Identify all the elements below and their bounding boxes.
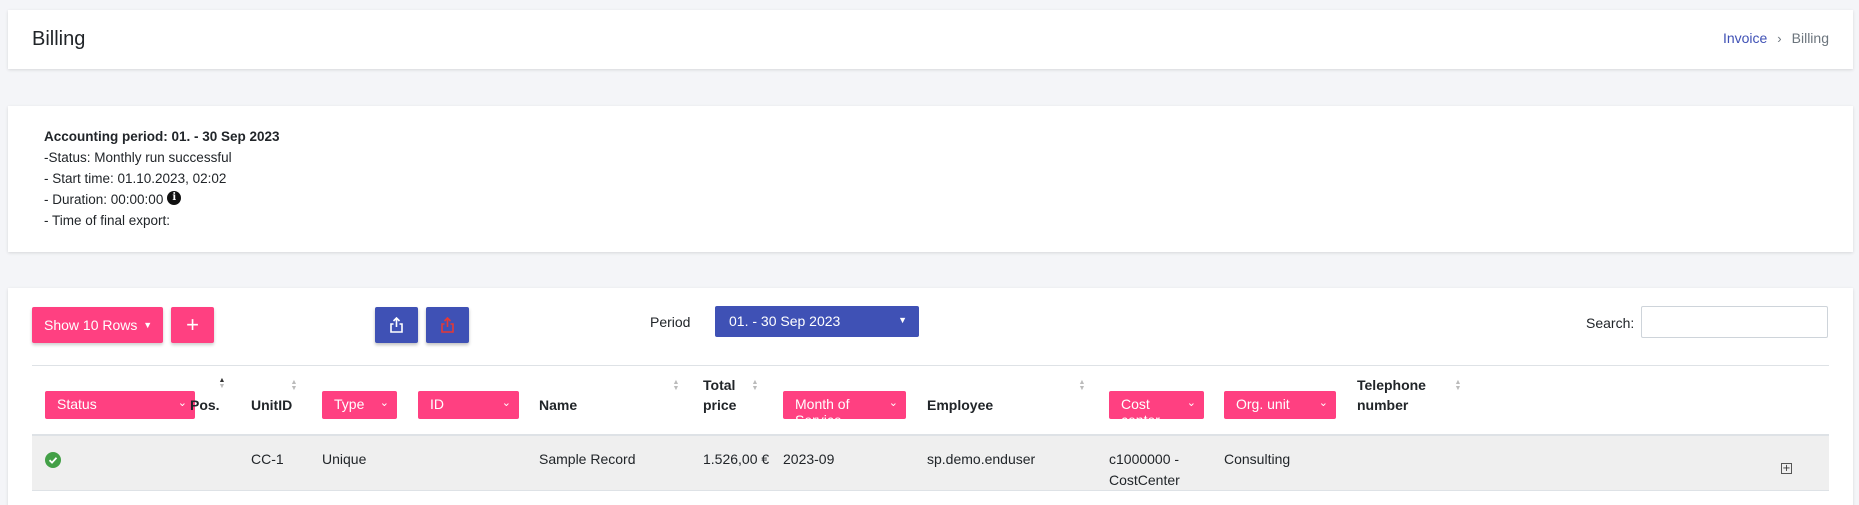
chevron-down-icon: ⌄ (177, 397, 187, 409)
cost-center-filter-select[interactable]: Cost center ⌄ (1109, 391, 1204, 428)
caret-down-icon: ▼ (143, 320, 153, 330)
search-input[interactable] (1641, 306, 1828, 338)
billing-table-card: Show 10 Rows ▼ + Period 01. - 30 Sep 202… (8, 288, 1853, 505)
show-rows-button[interactable]: Show 10 Rows ▼ (32, 307, 163, 343)
cell-org-unit: Consulting (1224, 451, 1291, 467)
cell-employee: sp.demo.enduser (927, 451, 1036, 467)
telephone-label-line1: Telephone (1357, 377, 1426, 393)
share-icon (390, 317, 403, 333)
expand-row-icon[interactable]: + (1781, 463, 1792, 474)
cell-month-of-service: 2023-09 (783, 451, 835, 467)
breadcrumb-separator: › (1777, 30, 1782, 46)
cell-total-price: 1.526,00 € (703, 451, 770, 467)
chevron-down-icon: ⌄ (501, 397, 511, 409)
final-export-button[interactable] (426, 307, 469, 343)
add-button[interactable]: + (171, 307, 214, 343)
cost-center-line2: CostCenter (1109, 472, 1180, 488)
info-icon[interactable]: i (167, 191, 182, 205)
column-header-total-price[interactable]: Total price (703, 375, 736, 415)
total-price-label-line1: Total (703, 377, 736, 393)
chevron-down-icon: ⌄ (1318, 397, 1328, 409)
type-filter-label: Type (334, 396, 365, 412)
sort-icon[interactable]: ▲ ▼ (1454, 379, 1462, 392)
id-filter-select[interactable]: ID ⌄ (418, 391, 519, 419)
cell-name: Sample Record (539, 451, 636, 467)
status-line: -Status: Monthly run successful (44, 150, 232, 165)
month-of-service-filter-label: Month of Service (795, 396, 850, 428)
share-red-icon (441, 317, 454, 333)
page-header: Billing Invoice › Billing (8, 10, 1853, 69)
table-row[interactable]: CC-1 Unique Sample Record 1.526,00 € 202… (32, 436, 1829, 491)
period-label: Period (650, 314, 691, 330)
sort-asc-icon[interactable]: ▲ ▼ (218, 377, 226, 390)
status-filter-select[interactable]: Status ⌄ (45, 391, 195, 419)
column-header-name[interactable]: Name (539, 395, 577, 415)
cell-cost-center: c1000000 - CostCenter (1109, 449, 1180, 491)
org-unit-filter-select[interactable]: Org. unit ⌄ (1224, 391, 1336, 419)
column-header-pos[interactable]: Pos. (190, 395, 220, 415)
telephone-label-line2: number (1357, 397, 1409, 413)
page-title: Billing (32, 28, 86, 50)
start-time-line: - Start time: 01.10.2023, 02:02 (44, 171, 227, 186)
sort-icon[interactable]: ▲ ▼ (672, 379, 680, 392)
caret-down-icon: ▼ (898, 315, 907, 325)
sort-icon[interactable]: ▲ ▼ (290, 379, 298, 392)
cost-center-filter-label: Cost center (1121, 396, 1160, 428)
month-of-service-filter-select[interactable]: Month of Service ⌄ (783, 391, 906, 428)
export-button[interactable] (375, 307, 418, 343)
column-header-telephone[interactable]: Telephone number (1357, 375, 1426, 415)
status-success-icon (45, 452, 61, 468)
breadcrumb-current: Billing (1791, 30, 1829, 46)
sort-icon[interactable]: ▲ ▼ (1078, 379, 1086, 392)
chevron-down-icon: ⌄ (379, 397, 389, 409)
cell-type: Unique (322, 451, 367, 467)
table-header-row: Status ⌄ Pos. ▲ ▼ UnitID ▲ ▼ Type ⌄ ID ⌄ N… (32, 365, 1829, 436)
sort-icon[interactable]: ▲ ▼ (751, 379, 759, 392)
duration-row: - Duration: 00:00:00 i (44, 189, 1817, 210)
column-header-unitid[interactable]: UnitID (251, 395, 292, 415)
cost-center-line1: c1000000 - (1109, 451, 1180, 467)
show-rows-label: Show 10 Rows (44, 317, 138, 333)
column-header-employee[interactable]: Employee (927, 395, 993, 415)
final-export-line: - Time of final export: (44, 213, 171, 228)
id-filter-label: ID (430, 396, 444, 412)
chevron-down-icon: ⌄ (888, 397, 898, 409)
total-price-label-line2: price (703, 397, 737, 413)
period-select[interactable]: 01. - 30 Sep 2023 ▼ (715, 306, 919, 337)
breadcrumb: Invoice › Billing (1723, 30, 1829, 46)
org-unit-filter-label: Org. unit (1236, 396, 1290, 412)
type-filter-select[interactable]: Type ⌄ (322, 391, 397, 419)
duration-line: - Duration: 00:00:00 (44, 192, 164, 207)
cell-unitid: CC-1 (251, 451, 284, 467)
accounting-period: Accounting period: 01. - 30 Sep 2023 (44, 129, 280, 144)
period-select-value: 01. - 30 Sep 2023 (729, 313, 841, 329)
status-filter-label: Status (57, 396, 97, 412)
search-label: Search: (1586, 315, 1635, 331)
breadcrumb-invoice-link[interactable]: Invoice (1723, 30, 1767, 46)
chevron-down-icon: ⌄ (1186, 397, 1196, 409)
accounting-info-card: Accounting period: 01. - 30 Sep 2023 -St… (8, 106, 1853, 252)
